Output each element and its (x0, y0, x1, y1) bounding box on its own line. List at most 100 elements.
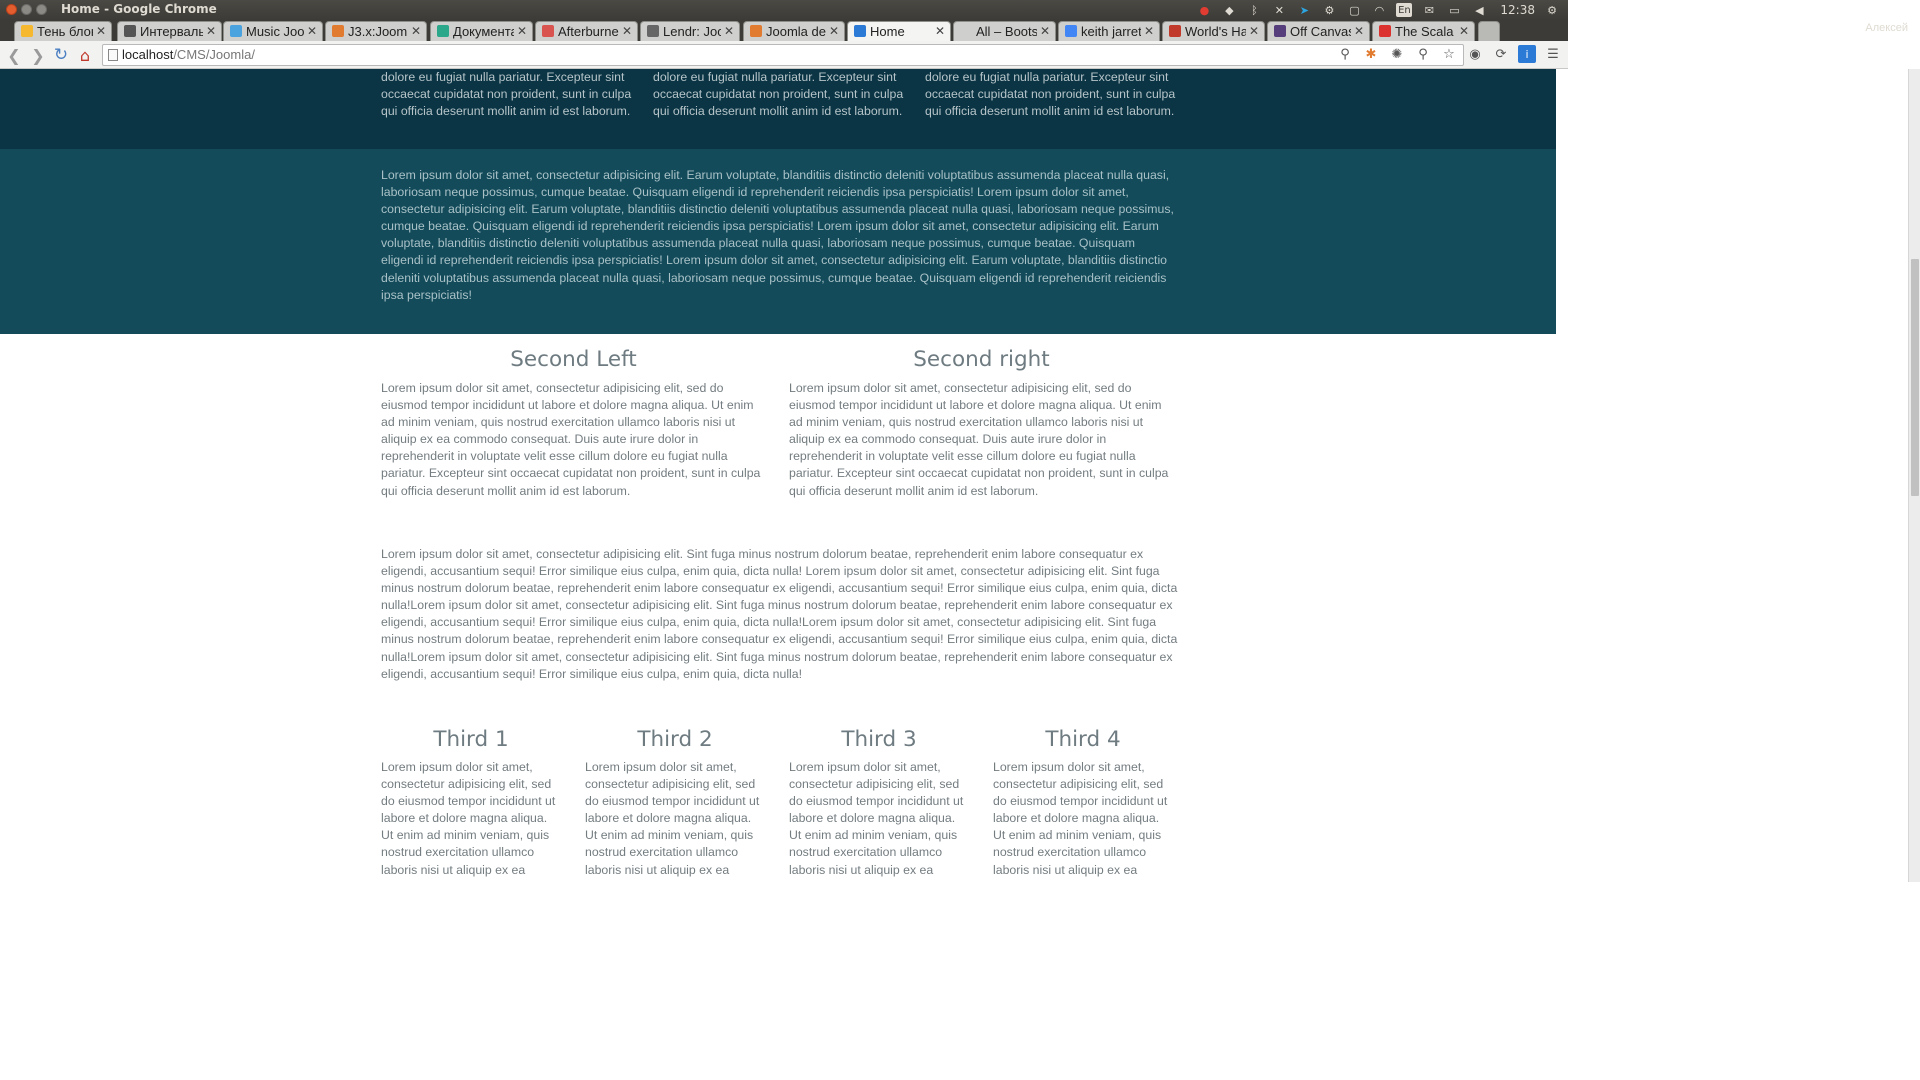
tab[interactable]: The Scala Programming✕ (1372, 21, 1475, 41)
sync-icon[interactable]: ⟳ (1492, 45, 1510, 63)
paw-icon (124, 25, 136, 37)
url-text[interactable]: localhost/CMS/Joomla/ (122, 47, 255, 62)
close-tab-icon[interactable]: ✕ (1354, 24, 1364, 38)
tab-label: keith jarrett (1081, 24, 1141, 39)
tab[interactable]: Afterburner ✕ (535, 21, 638, 41)
dropbox-icon[interactable]: ◆ (1221, 2, 1237, 18)
tab[interactable]: World's Hardest✕ (1162, 21, 1265, 41)
sun-icon (21, 25, 33, 37)
new-tab-button[interactable] (1478, 21, 1500, 41)
tab[interactable]: Joomla dev ✕ (743, 21, 845, 41)
browser-toolbar: ❮ ❯ ↻ ⌂ localhost/CMS/Joomla/ ⚲ ✱ ✺ ⚲ ☆ … (0, 41, 1568, 69)
address-bar[interactable]: localhost/CMS/Joomla/ (102, 44, 1464, 66)
close-tab-icon[interactable]: ✕ (724, 24, 734, 38)
bookmark-star-icon[interactable]: ☆ (1440, 45, 1458, 63)
back-button[interactable]: ❮ (4, 45, 24, 65)
tab-label: Lendr: Joomla (663, 24, 721, 39)
scrollbar-thumb[interactable] (1911, 259, 1919, 496)
close-tab-icon[interactable]: ✕ (206, 24, 216, 38)
window-close-button[interactable] (6, 4, 17, 15)
joomla-icon (750, 25, 762, 37)
volume-icon[interactable]: ◀ (1471, 2, 1487, 18)
bluetooth-icon[interactable]: ᛒ (1246, 2, 1262, 18)
box-icon[interactable]: ✕ (1271, 2, 1287, 18)
close-tab-icon[interactable]: ✕ (1144, 24, 1154, 38)
keyboard-layout-indicator[interactable]: En (1396, 3, 1413, 17)
tab-label: J3.x:Joomla (348, 24, 408, 39)
reload-button[interactable]: ↻ (51, 45, 71, 65)
extension-icons: ⚲ ✱ ✺ ⚲ ☆ ◉ ⟳ i ☰ (1336, 45, 1562, 63)
tab-strip: Тень блока✕ Интервалы✕ Music Joomla✕ J3.… (0, 20, 1568, 41)
url-path: /CMS/Joomla/ (173, 47, 255, 62)
zoom-icon[interactable]: ⚲ (1336, 45, 1354, 63)
close-tab-icon[interactable]: ✕ (517, 24, 527, 38)
tab-active[interactable]: Home ✕ (847, 21, 951, 41)
close-tab-icon[interactable]: ✕ (96, 24, 106, 38)
extension-i-icon[interactable]: i (1518, 45, 1536, 63)
third-1-text: Lorem ipsum dolor sit amet, consectetur … (381, 760, 556, 877)
tab[interactable]: Off Canvas ✕ (1267, 21, 1370, 41)
tab-label: Afterburner (558, 24, 619, 39)
window-title: Home - Google Chrome (61, 2, 217, 16)
third-1-heading: Third 1 (433, 727, 509, 752)
tab[interactable]: All – Bootstrap✕ (953, 21, 1056, 41)
google-icon (1065, 25, 1077, 37)
battery-icon[interactable]: ▭ (1446, 2, 1462, 18)
teal-band: Lorem ipsum dolor sit amet, consectetur … (0, 149, 1556, 334)
close-tab-icon[interactable]: ✕ (1040, 24, 1050, 38)
power-icon[interactable]: ⚙ (1544, 2, 1560, 18)
menu-icon[interactable]: ☰ (1544, 45, 1562, 63)
close-tab-icon[interactable]: ✕ (1249, 24, 1259, 38)
tab[interactable]: J3.x:Joomla✕ (325, 21, 427, 41)
tab[interactable]: Интервалы ✕ (117, 21, 222, 41)
joomla-ext-icon[interactable]: ✱ (1362, 45, 1380, 63)
tab-label: Joomla dev (766, 24, 826, 39)
tab-label: World's Hardest (1185, 24, 1246, 39)
leaf-icon (437, 25, 449, 37)
window-minimize-button[interactable] (21, 4, 32, 15)
third-4-heading: Third 4 (1045, 727, 1121, 752)
third-2-text: Lorem ipsum dolor sit amet, consectetur … (585, 760, 760, 877)
blank-icon (960, 25, 972, 37)
close-tab-icon[interactable]: ✕ (829, 24, 839, 38)
close-tab-icon[interactable]: ✕ (935, 24, 945, 38)
window-titlebar: Home - Google Chrome ● ◆ ᛒ ✕ ➤ ⚙ ▢ ◠ En … (0, 0, 1568, 20)
tab[interactable]: Документация✕ (430, 21, 533, 41)
mail-icon[interactable]: ✉ (1421, 2, 1437, 18)
pin-icon[interactable]: ⚲ (1414, 45, 1432, 63)
clock[interactable]: 12:38 (1500, 3, 1535, 17)
third-2-heading: Third 2 (637, 727, 713, 752)
forward-button[interactable]: ❯ (28, 45, 48, 65)
record-icon[interactable]: ● (1196, 2, 1212, 18)
tab-label: Интервалы (140, 24, 203, 39)
close-tab-icon[interactable]: ✕ (622, 24, 632, 38)
system-tray: ● ◆ ᛒ ✕ ➤ ⚙ ▢ ◠ En ✉ ▭ ◀ 12:38 ⚙ (1196, 0, 1560, 20)
profile-name[interactable]: Алексей (1865, 22, 1908, 34)
close-tab-icon[interactable]: ✕ (411, 24, 421, 38)
tab[interactable]: keith jarrett ✕ (1058, 21, 1160, 41)
telegram-icon[interactable]: ➤ (1296, 2, 1312, 18)
clipboard-icon[interactable]: ▢ (1346, 2, 1362, 18)
tab[interactable]: Тень блока✕ (14, 21, 112, 41)
dark-band: dolore eu fugiat nulla pariatur. Excepte… (0, 69, 1556, 149)
third-3-heading: Third 3 (841, 727, 917, 752)
extension-eye-icon[interactable]: ◉ (1466, 45, 1484, 63)
window-maximize-button[interactable] (36, 4, 47, 15)
wifi-icon[interactable]: ◠ (1371, 2, 1387, 18)
third-4-text: Lorem ipsum dolor sit amet, consectetur … (993, 760, 1168, 877)
home-button[interactable]: ⌂ (75, 45, 95, 65)
tab[interactable]: Music Joomla✕ (223, 21, 323, 41)
tab-label: Тень блока (37, 24, 93, 39)
vertical-scrollbar[interactable] (1908, 69, 1920, 882)
tab-label: All – Bootstrap (976, 24, 1037, 39)
globe-icon (1169, 25, 1181, 37)
close-tab-icon[interactable]: ✕ (1459, 24, 1469, 38)
settings-icon[interactable]: ⚙ (1321, 2, 1337, 18)
close-tab-icon[interactable]: ✕ (307, 24, 317, 38)
url-host: localhost (122, 47, 174, 62)
tab[interactable]: Lendr: Joomla✕ (640, 21, 740, 41)
gear-ext-icon[interactable]: ✺ (1388, 45, 1406, 63)
second-right-text: Lorem ipsum dolor sit amet, consectetur … (789, 381, 1169, 498)
page-viewport: dolore eu fugiat nulla pariatur. Excepte… (0, 69, 1556, 882)
second-right-heading: Second right (913, 347, 1050, 372)
